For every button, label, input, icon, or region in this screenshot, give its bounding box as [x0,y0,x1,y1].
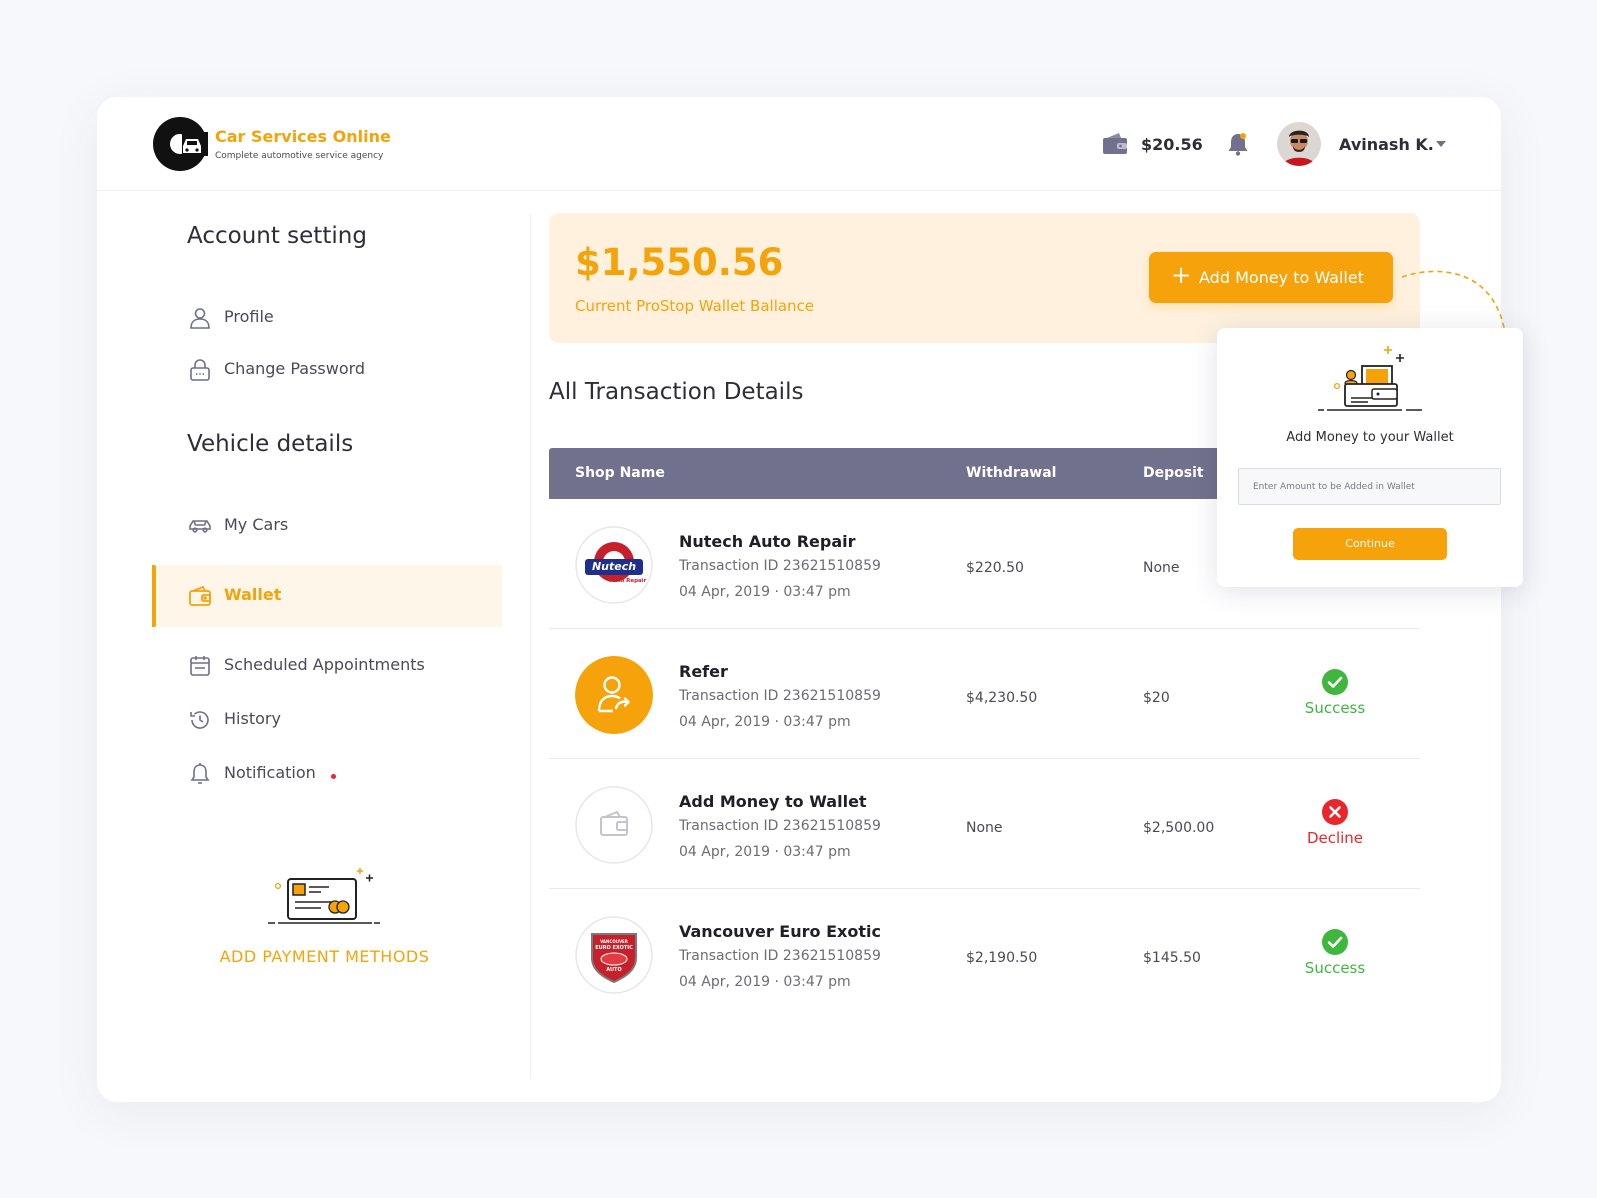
column-header-shop: Shop Name [575,465,665,481]
table-row[interactable]: Refer Transaction ID 23621510859 04 Apr,… [549,629,1420,759]
wallet-icon [575,786,653,864]
svg-text:EURO EXOTIC: EURO EXOTIC [595,945,633,951]
shop-name: Refer [679,662,728,681]
deposit-amount: None [1143,560,1180,576]
car-logo-icon[interactable] [152,116,208,172]
sidebar-item-label: Change Password [224,359,366,378]
refer-icon [575,656,653,734]
add-payment-methods-link[interactable]: ADD PAYMENT METHODS [207,947,442,966]
bell-icon[interactable] [1227,132,1249,156]
sidebar-item-my-cars[interactable]: My Cars [152,495,502,557]
column-header-deposit: Deposit [1143,465,1204,481]
column-header-withdrawal: Withdrawal [966,465,1057,481]
wallet-money-illustration [1318,346,1422,411]
lock-icon [190,359,210,381]
account-setting-heading: Account setting [187,223,367,249]
bell-icon [190,763,210,784]
sidebar-item-label: Notification [224,763,316,782]
brand-name: Car Services Online [215,127,391,146]
transaction-date: 04 Apr, 2019 · 03:47 pm [679,714,851,730]
car-icon [189,520,211,533]
svg-text:Nutech: Nutech [592,560,636,573]
transactions-title: All Transaction Details [549,379,804,405]
withdrawal-amount: None [966,820,1003,836]
sidebar-item-label: My Cars [224,515,289,534]
decline-x-icon [1322,799,1348,825]
sidebar-item-scheduled-appointments[interactable]: Scheduled Appointments [152,635,502,697]
continue-button[interactable]: Continue [1293,528,1447,560]
history-icon [190,711,209,729]
nutech-logo-icon: Nutech Auto Repair [575,526,653,604]
chevron-down-icon[interactable] [1436,141,1446,147]
sidebar-item-label: History [224,709,281,728]
shop-name: Vancouver Euro Exotic [679,922,881,941]
transaction-id: Transaction ID 23621510859 [679,818,881,834]
header-wallet-balance: $20.56 [1141,135,1203,154]
sidebar-item-label: Profile [224,307,274,326]
table-row[interactable]: VANCOUVER EURO EXOTIC AUTO Vancouver Eur… [549,889,1420,1019]
wallet-icon[interactable] [1102,133,1128,155]
add-money-button[interactable]: + Add Money to Wallet [1149,252,1393,303]
wallet-icon [189,585,211,606]
deposit-amount: $20 [1143,690,1170,706]
sidebar-divider [530,214,531,1079]
success-check-icon [1322,929,1348,955]
transaction-id: Transaction ID 23621510859 [679,558,881,574]
popup-title: Add Money to your Wallet [1286,430,1454,445]
withdrawal-amount: $2,190.50 [966,950,1038,966]
payment-card-illustration [268,868,380,924]
amount-input[interactable] [1238,468,1501,505]
sidebar-item-label: Wallet [224,585,282,604]
brand-tagline: Complete automotive service agency [215,151,384,161]
wallet-balance-amount: $1,550.56 [575,241,784,284]
sidebar-item-wallet[interactable]: Wallet [152,565,502,627]
sidebar-item-notification[interactable]: Notification [152,743,502,805]
deposit-amount: $2,500.00 [1143,820,1215,836]
header-divider [97,190,1501,191]
success-check-icon [1322,669,1348,695]
active-indicator [152,565,156,627]
vancouver-euro-exotic-logo-icon: VANCOUVER EURO EXOTIC AUTO [575,916,653,994]
withdrawal-amount: $4,230.50 [966,690,1038,706]
wallet-balance-caption: Current ProStop Wallet Ballance [575,297,815,315]
plus-icon: + [1171,261,1192,289]
transaction-date: 04 Apr, 2019 · 03:47 pm [679,584,851,600]
svg-text:Auto Repair: Auto Repair [610,578,647,584]
add-money-button-label: Add Money to Wallet [1199,268,1364,287]
transaction-id: Transaction ID 23621510859 [679,688,881,704]
deposit-amount: $145.50 [1143,950,1201,966]
vehicle-details-heading: Vehicle details [187,431,354,457]
svg-text:AUTO: AUTO [606,967,621,973]
sidebar-item-history[interactable]: History [152,689,502,751]
sidebar-item-change-password[interactable]: Change Password [152,339,502,401]
avatar[interactable] [1277,122,1321,166]
app-window: Car Services Online Complete automotive … [97,97,1507,1102]
table-row[interactable]: Add Money to Wallet Transaction ID 23621… [549,759,1420,889]
add-money-popup: Add Money to your Wallet Continue [1217,328,1523,587]
shop-name: Nutech Auto Repair [679,532,856,551]
svg-text:VANCOUVER: VANCOUVER [600,939,628,944]
sidebar-item-label: Scheduled Appointments [224,655,425,674]
transaction-date: 04 Apr, 2019 · 03:47 pm [679,844,851,860]
calendar-icon [190,656,210,676]
status-label: Decline [1306,829,1364,847]
user-icon [190,308,210,329]
transaction-id: Transaction ID 23621510859 [679,948,881,964]
wallet-balance-banner: $1,550.56 Current ProStop Wallet Ballanc… [549,213,1420,343]
notification-badge [331,774,336,779]
status-label: Success [1304,699,1366,717]
user-name[interactable]: Avinash K. [1339,135,1434,154]
withdrawal-amount: $220.50 [966,560,1024,576]
status-label: Success [1304,959,1366,977]
shop-name: Add Money to Wallet [679,792,867,811]
transaction-date: 04 Apr, 2019 · 03:47 pm [679,974,851,990]
